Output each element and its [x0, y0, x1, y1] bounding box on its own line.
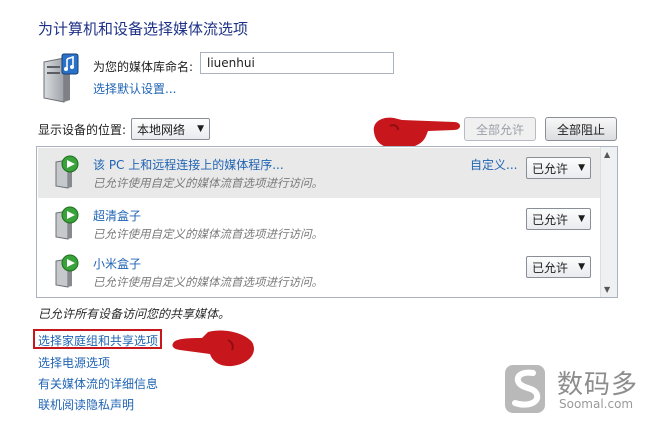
permission-select[interactable]: 已允许 ▼ [526, 208, 591, 230]
device-name: 小米盒子 [93, 257, 142, 271]
scroll-up-icon[interactable]: ▲ [604, 150, 610, 159]
chevron-down-icon: ▼ [578, 214, 585, 224]
device-row[interactable]: 超清盒子 已允许使用自定义的媒体流首选项进行访问。 已允许 ▼ [38, 199, 600, 249]
chevron-down-icon: ▼ [197, 124, 204, 134]
device-row[interactable]: 小米盒子 已允许使用自定义的媒体流首选项进行访问。 已允许 ▼ [38, 247, 600, 297]
device-name: 该 PC 上和远程连接上的媒体程序... [93, 158, 284, 172]
permission-value: 已允许 [532, 212, 569, 227]
privacy-statement-link[interactable]: 联机阅读隐私声明 [38, 396, 134, 413]
power-options-link[interactable]: 选择电源选项 [38, 354, 110, 371]
device-row[interactable]: 该 PC 上和远程连接上的媒体程序... 已允许使用自定义的媒体流首选项进行访问… [38, 148, 600, 198]
permission-value: 已允许 [532, 260, 569, 275]
device-name: 超清盒子 [93, 209, 142, 223]
streaming-details-link[interactable]: 有关媒体流的详细信息 [38, 375, 158, 392]
media-device-icon [55, 254, 79, 288]
device-description: 已允许使用自定义的媒体流首选项进行访问。 [93, 227, 323, 241]
device-description: 已允许使用自定义的媒体流首选项进行访问。 [93, 275, 323, 289]
media-device-icon [55, 206, 79, 240]
library-name-input[interactable] [200, 52, 394, 74]
permission-value: 已允许 [532, 161, 569, 176]
default-settings-link[interactable]: 选择默认设置... [93, 80, 176, 97]
device-description: 已允许使用自定义的媒体流首选项进行访问。 [93, 176, 323, 190]
scroll-down-icon[interactable]: ▼ [604, 285, 610, 294]
customize-link[interactable]: 自定义... [470, 156, 517, 173]
watermark-name: 数码多 [557, 370, 639, 400]
page-title: 为计算机和设备选择媒体流选项 [38, 20, 249, 38]
pointing-hand-arrow-icon [172, 330, 254, 367]
block-all-button[interactable]: 全部阻止 [545, 117, 617, 141]
media-library-icon [43, 53, 79, 103]
chevron-down-icon: ▼ [578, 163, 585, 173]
status-text: 已允许所有设备访问您的共享媒体。 [38, 307, 231, 321]
device-location-label: 显示设备的位置: [38, 123, 127, 137]
allow-all-button[interactable]: 全部允许 [464, 117, 536, 141]
device-list[interactable]: 该 PC 上和远程连接上的媒体程序... 已允许使用自定义的媒体流首选项进行访问… [36, 146, 618, 298]
homegroup-sharing-link[interactable]: 选择家庭组和共享选项 [38, 332, 158, 349]
media-device-icon [55, 155, 79, 189]
chevron-down-icon: ▼ [578, 262, 585, 272]
permission-select[interactable]: 已允许 ▼ [526, 157, 591, 179]
permission-select[interactable]: 已允许 ▼ [526, 256, 591, 278]
library-name-label: 为您的媒体库命名: [93, 60, 194, 74]
device-location-value: 本地网络 [137, 122, 186, 137]
list-scrollbar[interactable]: ▲ ▼ [600, 147, 617, 297]
watermark-url: Soomal.com [559, 397, 634, 411]
soomal-logo-icon [505, 365, 545, 413]
device-location-select[interactable]: 本地网络 ▼ [131, 118, 210, 140]
